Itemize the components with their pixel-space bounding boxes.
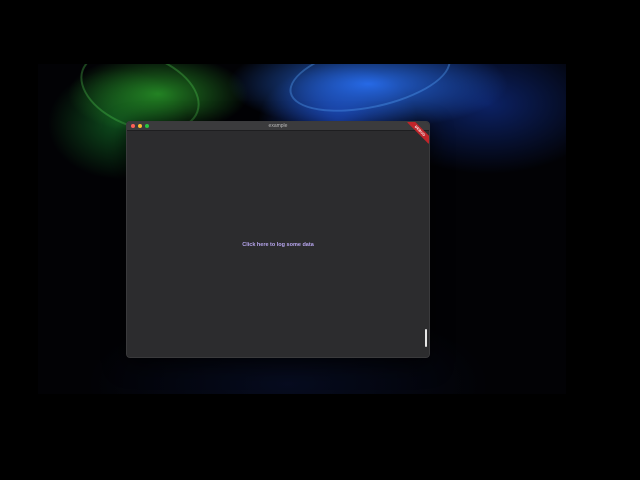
window-title: example bbox=[268, 123, 288, 129]
window-titlebar[interactable]: example bbox=[127, 122, 429, 131]
scrollbar[interactable] bbox=[425, 329, 427, 347]
app-window: example Click here to log some data DEBU… bbox=[126, 121, 430, 358]
window-content: Click here to log some data bbox=[127, 131, 429, 357]
log-data-link[interactable]: Click here to log some data bbox=[127, 242, 429, 248]
wallpaper-swirl bbox=[283, 64, 457, 125]
desktop: example Click here to log some data DEBU… bbox=[0, 0, 640, 480]
